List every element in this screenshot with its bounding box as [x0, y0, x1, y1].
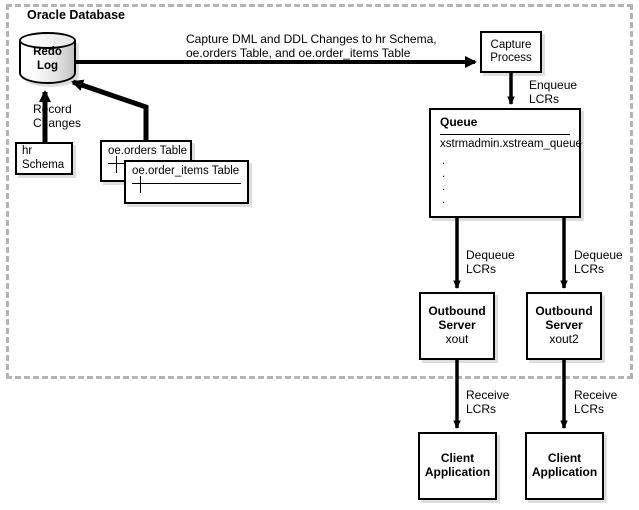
- edge-label-capture-changes: Capture DML and DDL Changes to hr Schema…: [186, 32, 437, 61]
- diagram-canvas: Oracle Database Redo Log hr Schema oe.or…: [0, 0, 639, 510]
- client-application-2-box: Client Application: [525, 432, 604, 500]
- edge-label-receive-lcrs-1: Receive LCRs: [466, 388, 510, 417]
- redo-log-label: Redo Log: [19, 46, 76, 73]
- outbound-server-xout-box: Outbound Server xout: [419, 292, 495, 360]
- capture-process-line2: Process: [490, 52, 532, 64]
- outbound-server-2-line1: Outbound: [535, 304, 593, 319]
- edge-label-record-changes: Record Changes: [33, 102, 82, 131]
- oe-orders-table-label: oe.orders Table: [108, 145, 188, 157]
- edge-label-dequeue-lcrs-2: Dequeue LCRs: [574, 248, 623, 277]
- queue-entry-dots: . . . .: [442, 155, 446, 206]
- edge-label-enqueue-lcrs: Enqueue LCRs: [529, 78, 578, 107]
- outbound-server-1-line1: Outbound: [428, 304, 486, 319]
- redo-log-line2: Log: [36, 59, 59, 72]
- redo-log-line1: Redo: [33, 46, 62, 58]
- client-application-1-line1: Client: [440, 451, 475, 466]
- edge-tables-to-redolog: [71, 79, 149, 140]
- outbound-server-2-name: xout2: [549, 331, 579, 346]
- outbound-server-1-name: xout: [445, 331, 469, 346]
- hr-schema-box: hr Schema: [15, 142, 73, 175]
- queue-title-rule: [440, 134, 570, 135]
- table-divider-tick: [140, 176, 141, 193]
- outbound-server-xout2-box: Outbound Server xout2: [526, 292, 602, 360]
- oe-order-items-table-label: oe.order_items Table: [132, 165, 240, 177]
- hr-schema-line1: hr: [22, 145, 33, 158]
- outbound-server-1-line2: Server: [438, 318, 476, 333]
- client-application-2-line2: Application: [531, 465, 598, 479]
- table-divider-tick: [116, 156, 117, 173]
- redo-log-cylinder: Redo Log: [19, 32, 76, 84]
- queue-name: xstrmadmin.xstream_queue: [440, 138, 582, 150]
- capture-process-box: Capture Process: [480, 31, 542, 73]
- table-divider-rule: [132, 183, 241, 184]
- capture-process-line1: Capture: [490, 38, 532, 51]
- client-application-2-line1: Client: [547, 451, 582, 466]
- hr-schema-line2: Schema: [22, 158, 65, 171]
- queue-box: Queue xstrmadmin.xstream_queue . . . .: [429, 108, 582, 218]
- edge-label-receive-lcrs-2: Receive LCRs: [574, 388, 618, 417]
- oe-order-items-table-box: oe.order_items Table: [124, 160, 249, 204]
- client-application-1-box: Client Application: [418, 432, 497, 500]
- edge-label-dequeue-lcrs-1: Dequeue LCRs: [466, 248, 515, 277]
- queue-title: Queue: [440, 115, 478, 129]
- client-application-1-line2: Application: [424, 465, 491, 479]
- outbound-server-2-line2: Server: [545, 318, 583, 333]
